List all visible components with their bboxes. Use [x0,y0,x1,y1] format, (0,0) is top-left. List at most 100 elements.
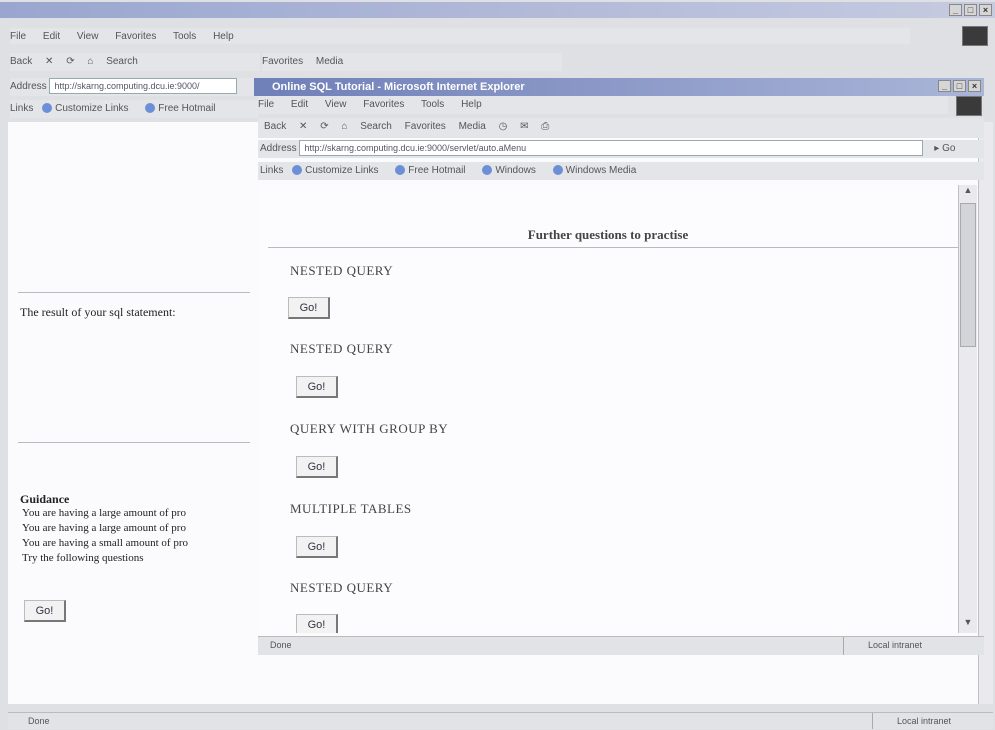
menu-edit[interactable]: Edit [43,31,60,42]
address-label: Address [10,81,47,92]
refresh-icon[interactable]: ⟳ [320,118,328,136]
guidance-title: Guidance [20,492,70,506]
front-address-input[interactable]: http://skarng.computing.dcu.ie:9000/serv… [299,140,924,157]
front-status-text: Done [270,640,292,650]
menu-tools[interactable]: Tools [173,31,196,42]
front-window-titlebar: Online SQL Tutorial - Microsoft Internet… [254,78,984,96]
back-status-zone: Local intranet [872,713,993,729]
address-label: Address [260,143,297,154]
media-button[interactable]: Media [316,53,343,71]
history-icon[interactable]: ◷ [499,118,508,136]
home-icon[interactable]: ⌂ [87,53,93,71]
ie-icon [42,103,53,114]
minimize-icon[interactable]: _ [938,80,951,92]
question-label: QUERY WITH GROUP BY [290,421,449,436]
link-customize-links[interactable]: Customize Links [292,162,379,180]
stop-icon[interactable]: ✕ [45,53,53,71]
menu-edit[interactable]: Edit [291,99,308,110]
go-arrow-icon[interactable]: ▸ [934,143,939,154]
back-window-controls: _ □ × [949,4,992,16]
close-icon[interactable]: × [979,4,992,16]
ie-icon [395,165,406,176]
link-free-hotmail[interactable]: Free Hotmail [145,100,216,118]
guidance-item: You are having a small amount of pro [22,536,262,551]
search-button[interactable]: Search [360,118,392,136]
ie-icon [292,165,303,176]
front-toolbar: Back ✕ ⟳ ⌂ Search Favorites Media ◷ ✉ ⎙ [258,118,984,138]
front-status-zone: Local intranet [843,637,984,655]
divider [18,292,250,293]
question-go-button[interactable]: Go! [296,614,338,633]
front-window-title: Online SQL Tutorial - Microsoft Internet… [272,81,525,93]
back-scrollbar[interactable] [978,122,993,704]
back-button[interactable]: Back [264,118,286,136]
back-button[interactable]: Back [10,53,32,71]
favorites-button[interactable]: Favorites [405,118,446,136]
menu-favorites[interactable]: Favorites [115,31,156,42]
link-windows-media[interactable]: Windows Media [552,162,636,180]
back-address-input[interactable]: http://skarng.computing.dcu.ie:9000/ [49,78,238,95]
windows-logo-icon [962,26,988,46]
go-arrow-label[interactable]: Go [942,143,955,154]
back-toolbar-right: Favorites Media [262,53,562,71]
ie-icon [482,165,493,176]
close-icon[interactable]: × [968,80,981,92]
result-text: The result of your sql statement: [20,305,176,319]
favorites-button[interactable]: Favorites [262,53,303,71]
question-go-button[interactable]: Go! [288,297,330,319]
back-address-bar: Address http://skarng.computing.dcu.ie:9… [10,78,258,96]
back-window-titlebar: _ □ × [0,2,995,18]
front-status-bar: Done Local intranet [258,636,984,655]
question-label: MULTIPLE TABLES [290,501,412,516]
maximize-icon[interactable]: □ [964,4,977,16]
stop-icon[interactable]: ✕ [299,118,307,136]
menu-view[interactable]: View [325,99,347,110]
maximize-icon[interactable]: □ [953,80,966,92]
question-go-button[interactable]: Go! [296,536,338,558]
scroll-up-icon[interactable]: ▲ [959,185,977,201]
guidance-go-button[interactable]: Go! [24,600,66,622]
scrollbar-thumb[interactable] [960,203,976,347]
front-address-bar: Address http://skarng.computing.dcu.ie:9… [258,140,984,158]
question-label: NESTED QUERY [290,580,394,595]
divider [268,247,958,248]
practice-heading: Further questions to practise [527,227,689,242]
back-toolbar: Back ✕ ⟳ ⌂ Search [10,53,260,71]
question-go-button[interactable]: Go! [296,456,338,478]
back-page-content: The result of your sql statement: Guidan… [8,122,258,704]
mail-icon[interactable]: ✉ [520,118,528,136]
menu-favorites[interactable]: Favorites [363,99,404,110]
home-icon[interactable]: ⌂ [341,118,347,136]
media-button[interactable]: Media [459,118,486,136]
divider [18,442,250,443]
print-icon[interactable]: ⎙ [541,118,549,136]
link-customize-links[interactable]: Customize Links [42,100,129,118]
link-windows[interactable]: Windows [482,162,536,180]
menu-view[interactable]: View [77,31,99,42]
question-go-button[interactable]: Go! [296,376,338,398]
front-links-bar: Links Customize Links Free Hotmail Windo… [258,162,984,180]
scroll-down-icon[interactable]: ▼ [959,617,977,633]
front-menu-bar: File Edit View Favorites Tools Help [258,96,948,114]
front-scrollbar[interactable]: ▲ ▼ [958,185,977,633]
links-label: Links [260,165,284,176]
ie-icon [552,165,563,176]
menu-help[interactable]: Help [461,99,482,110]
back-links-bar: Links Customize Links Free Hotmail [10,100,258,118]
menu-file[interactable]: File [258,99,274,110]
minimize-icon[interactable]: _ [949,4,962,16]
menu-help[interactable]: Help [213,31,234,42]
refresh-icon[interactable]: ⟳ [66,53,74,71]
question-label: NESTED QUERY [290,341,394,356]
ie-icon [145,103,156,114]
menu-tools[interactable]: Tools [421,99,444,110]
search-button[interactable]: Search [106,53,138,71]
guidance-list: You are having a large amount of pro You… [6,506,262,566]
menu-file[interactable]: File [10,31,26,42]
windows-logo-icon [956,96,982,116]
back-status-bar: Done Local intranet [8,712,993,729]
guidance-item: You are having a large amount of pro [22,521,262,536]
guidance-item: Try the following questions [22,551,262,566]
link-free-hotmail[interactable]: Free Hotmail [395,162,466,180]
back-menu-bar: File Edit View Favorites Tools Help [10,28,910,44]
